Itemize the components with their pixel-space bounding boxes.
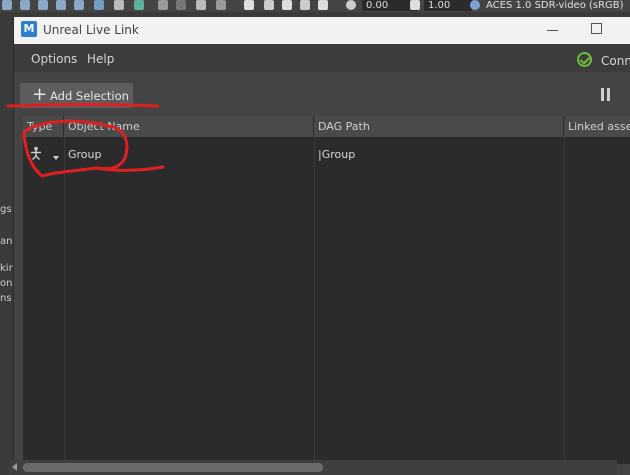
tool-icon[interactable] <box>282 0 292 10</box>
gamma-field[interactable]: 1.00 <box>424 0 472 11</box>
tool-icon[interactable] <box>134 0 144 10</box>
tool-icon[interactable] <box>158 0 168 10</box>
column-header-dag-path[interactable]: DAG Path <box>314 116 564 137</box>
menu-help[interactable]: Help <box>87 52 114 66</box>
table-header: Type Object Name DAG Path Linked asset <box>23 116 630 138</box>
gamma-icon[interactable] <box>410 0 420 10</box>
tool-icon[interactable] <box>318 0 328 10</box>
background-text: ns <box>0 293 12 304</box>
subjects-table: Type Object Name DAG Path Linked asset G… <box>23 116 630 464</box>
tool-icon[interactable] <box>38 0 48 10</box>
joint-icon <box>31 146 41 160</box>
tool-icon[interactable] <box>216 0 226 10</box>
tool-icon[interactable] <box>2 0 12 10</box>
tool-icon[interactable] <box>196 0 206 10</box>
connection-status: Conn <box>601 54 630 68</box>
tool-icon[interactable] <box>114 0 124 10</box>
cursor-icon[interactable] <box>244 0 254 10</box>
menu-options[interactable]: Options <box>31 52 77 66</box>
minimize-button[interactable] <box>546 22 560 36</box>
column-divider <box>64 137 65 464</box>
add-selection-button[interactable]: + Add Selection <box>20 83 133 108</box>
maximize-button[interactable] <box>591 23 602 34</box>
type-dropdown-arrow[interactable] <box>53 156 59 160</box>
title-bar[interactable]: M Unreal Live Link <box>14 17 630 44</box>
colorspace-icon[interactable] <box>470 0 480 10</box>
menu-bar: Options Help <box>14 44 630 72</box>
tool-icon[interactable] <box>56 0 66 10</box>
column-header-linked-asset[interactable]: Linked asset <box>564 116 630 137</box>
background-text: on <box>0 278 13 289</box>
maya-status-toolbar: 0.00 1.00 ACES 1.0 SDR-video (sRGB) <box>0 0 630 12</box>
tool-icon[interactable] <box>94 0 104 10</box>
add-selection-label: Add Selection <box>50 89 129 103</box>
pause-icon[interactable] <box>600 88 612 102</box>
column-header-type[interactable]: Type <box>23 116 64 137</box>
maya-app-icon: M <box>21 21 37 37</box>
connected-check-icon <box>577 52 592 67</box>
object-name-cell: Group <box>68 148 102 161</box>
scroll-left-arrow[interactable] <box>12 463 17 471</box>
tool-icon[interactable] <box>176 0 186 10</box>
horizontal-scrollbar[interactable] <box>9 460 617 475</box>
tool-icon[interactable] <box>74 0 84 10</box>
colorspace-label[interactable]: ACES 1.0 SDR-video (sRGB) <box>486 0 624 11</box>
tool-icon[interactable] <box>300 0 310 10</box>
column-header-object-name[interactable]: Object Name <box>64 116 314 137</box>
dag-path-cell: |Group <box>318 148 356 161</box>
column-divider <box>314 137 315 464</box>
scrollbar-thumb[interactable] <box>23 463 323 472</box>
tool-icon[interactable] <box>264 0 274 10</box>
window-title: Unreal Live Link <box>43 23 139 37</box>
plus-icon: + <box>32 84 48 105</box>
aperture-icon[interactable] <box>346 0 356 10</box>
live-link-window: M Unreal Live Link Options Help Conn + A… <box>13 17 630 475</box>
tool-icon[interactable] <box>20 0 30 10</box>
background-text: gs <box>0 204 12 215</box>
column-divider <box>564 137 565 464</box>
table-row[interactable]: Group |Group <box>23 138 630 168</box>
